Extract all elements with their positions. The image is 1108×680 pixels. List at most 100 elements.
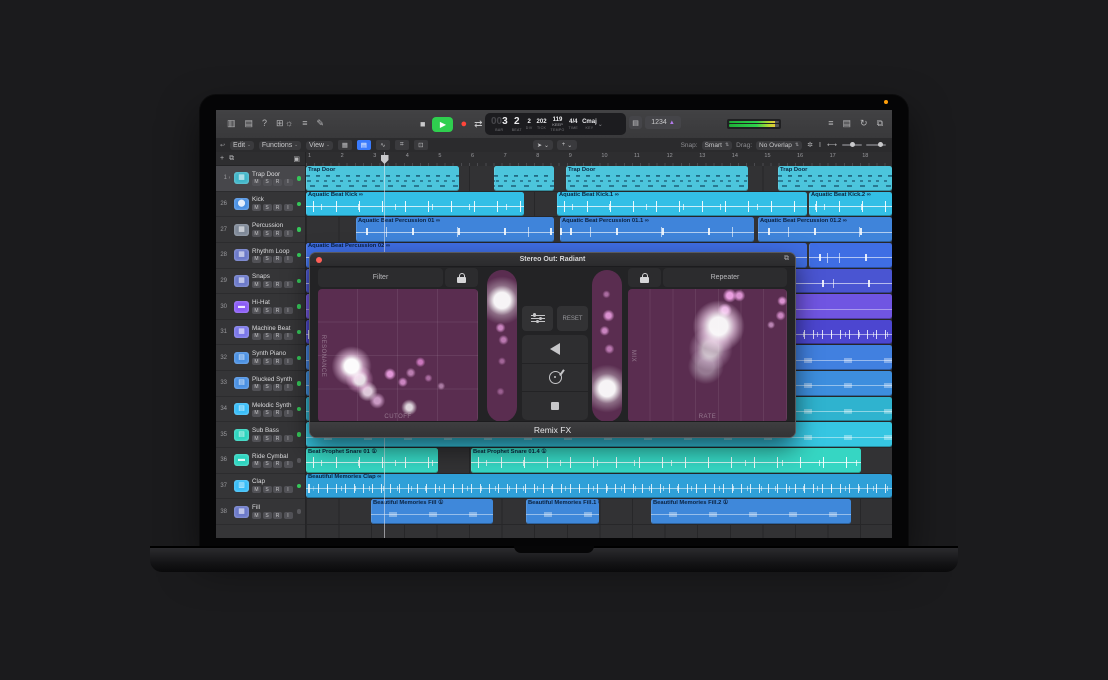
region-clap[interactable]: Beautiful Memories Clap ∞ [306,474,892,499]
track-r-button[interactable]: R [273,435,282,442]
track-header-machine-beat[interactable]: 31▦Machine BeatMSRI [216,320,305,346]
track-r-button[interactable]: R [273,384,282,391]
track-m-button[interactable]: M [252,461,261,468]
track-m-button[interactable]: M [252,486,261,493]
track-s-button[interactable]: S [263,256,272,263]
track-m-button[interactable]: M [252,384,261,391]
disclosure-arrow-icon[interactable]: › [227,175,232,181]
stop-button[interactable]: ■ [420,119,425,129]
scratch-button[interactable] [522,364,588,392]
track-s-button[interactable]: S [263,230,272,237]
track-i-button[interactable]: I [284,512,293,519]
track-r-button[interactable]: R [273,512,282,519]
drag-menu[interactable]: No Overlap⇅ [756,141,802,150]
track-header-trap-door[interactable]: 1›▦Trap DoorMSRI [216,166,305,192]
region-trap-door[interactable]: Trap Door [306,166,459,191]
region-kick[interactable]: Aquatic Beat Kick ∞ [306,192,524,217]
track-r-button[interactable]: R [273,358,282,365]
track-s-button[interactable]: S [263,204,272,211]
list-editors-icon[interactable]: ≡ [825,117,836,130]
track-header-synth-piano[interactable]: 32▤Synth PianoMSRI [216,345,305,371]
track-s-button[interactable]: S [263,461,272,468]
functions-menu[interactable]: Functions⌄ [259,141,301,150]
track-m-button[interactable]: M [252,307,261,314]
track-s-button[interactable]: S [263,384,272,391]
track-r-button[interactable]: R [273,410,282,417]
tuner-icon[interactable]: ☼ [282,117,296,130]
library-icon[interactable]: ▥ [224,117,239,130]
track-r-button[interactable]: R [273,486,282,493]
repeater-xy-pad[interactable]: MIX RATE [628,289,787,422]
track-i-button[interactable]: I [284,358,293,365]
track-s-button[interactable]: S [263,410,272,417]
horizontal-zoom-slider[interactable] [842,144,862,146]
loop-browser-icon[interactable]: ↻ [857,117,871,130]
downer-slider[interactable] [592,270,622,422]
chevron-down-icon[interactable]: ⌄ [598,121,603,128]
track-s-button[interactable]: S [263,333,272,340]
link-icon[interactable]: ⧉ [784,255,789,263]
track-r-button[interactable]: R [273,179,282,186]
track-m-button[interactable]: M [252,410,261,417]
note-pads-icon[interactable]: ▤ [840,117,855,130]
track-header-kick[interactable]: 26⬤KickMSRI [216,192,305,218]
region-rhythm-loop[interactable] [809,243,892,268]
fx-settings-button[interactable] [522,306,553,331]
region-kick[interactable]: Aquatic Beat Kick.2 ∞ [809,192,892,217]
back-icon[interactable]: ↩ [220,142,225,149]
track-m-button[interactable]: M [252,179,261,186]
region-trap-door[interactable]: Trap Door [566,166,748,191]
region-fill[interactable]: Beautiful Memories Fill.2 ① [651,499,851,524]
track-r-button[interactable]: R [273,307,282,314]
piano-roll-icon[interactable]: ▤ [357,140,371,150]
pencil-icon[interactable]: ✎ [314,117,328,130]
track-s-button[interactable]: S [263,486,272,493]
bar-ruler[interactable]: 12345678910111213141516171819 [306,152,892,167]
track-s-button[interactable]: S [263,307,272,314]
repeater-lock-button[interactable] [628,268,661,287]
track-s-button[interactable]: S [263,512,272,519]
track-m-button[interactable]: M [252,230,261,237]
track-r-button[interactable]: R [273,461,282,468]
track-i-button[interactable]: I [284,486,293,493]
pointer-tool-menu[interactable]: ➤⌄ [533,140,553,150]
region-percussion[interactable]: Aquatic Beat Percussion 01.2 ∞ [758,217,892,242]
note-pad-button[interactable]: ▤ [629,116,642,129]
filter-header[interactable]: Filter [318,268,443,287]
lcd-display[interactable]: 003 BAR 2BEAT 2DIV 202TICK 119KEEP TEMPO [485,113,626,135]
auto-track-zoom-icon[interactable]: I [818,139,822,152]
track-i-button[interactable]: I [284,461,293,468]
region-fill[interactable]: Beautiful Memories Fill ① [371,499,493,524]
region-percussion[interactable]: Aquatic Beat Percussion 01 ∞ [356,217,554,242]
automation-icon[interactable]: ⌗ [395,140,409,150]
region-trap-door[interactable]: Trap Door [778,166,892,191]
add-track-button[interactable]: + [220,155,224,162]
region-fill[interactable]: Beautiful Memories Fill.1 ① [526,499,599,524]
track-header-hi-hat[interactable]: 30▬Hi-HatMSRI [216,294,305,320]
vertical-zoom-slider[interactable] [866,144,886,146]
reverse-button[interactable] [522,335,588,363]
track-r-button[interactable]: R [273,333,282,340]
track-s-button[interactable]: S [263,435,272,442]
track-header-snaps[interactable]: 29▦SnapsMSRI [216,269,305,295]
track-header-clap[interactable]: 37▥ClapMSRI [216,474,305,500]
quick-help-icon[interactable]: ? [259,117,270,130]
track-r-button[interactable]: R [273,230,282,237]
level-meters-icon[interactable]: ≡ [299,117,310,130]
track-header-melodic-synth[interactable]: 34▤Melodic SynthMSRI [216,397,305,423]
track-i-button[interactable]: I [284,179,293,186]
track-i-button[interactable]: I [284,307,293,314]
plugin-title-bar[interactable]: Stereo Out: Radiant ⧉ [310,253,795,267]
command-tool-menu[interactable]: +⌄ [557,140,577,150]
cycle-button[interactable]: ⇄ [474,119,482,130]
play-button[interactable]: ▶ [432,117,453,132]
track-m-button[interactable]: M [252,333,261,340]
track-r-button[interactable]: R [273,281,282,288]
track-i-button[interactable]: I [284,256,293,263]
track-header-percussion[interactable]: 27▦PercussionMSRI [216,217,305,243]
grid-editor-icon[interactable]: ▦ [338,140,352,150]
reset-button[interactable]: RESET [557,306,588,331]
track-header-fill[interactable]: 38▦FillMSRI [216,499,305,525]
track-r-button[interactable]: R [273,204,282,211]
remix-fx-plugin-window[interactable]: Stereo Out: Radiant ⧉ Filter RESONANCE C… [310,253,795,437]
